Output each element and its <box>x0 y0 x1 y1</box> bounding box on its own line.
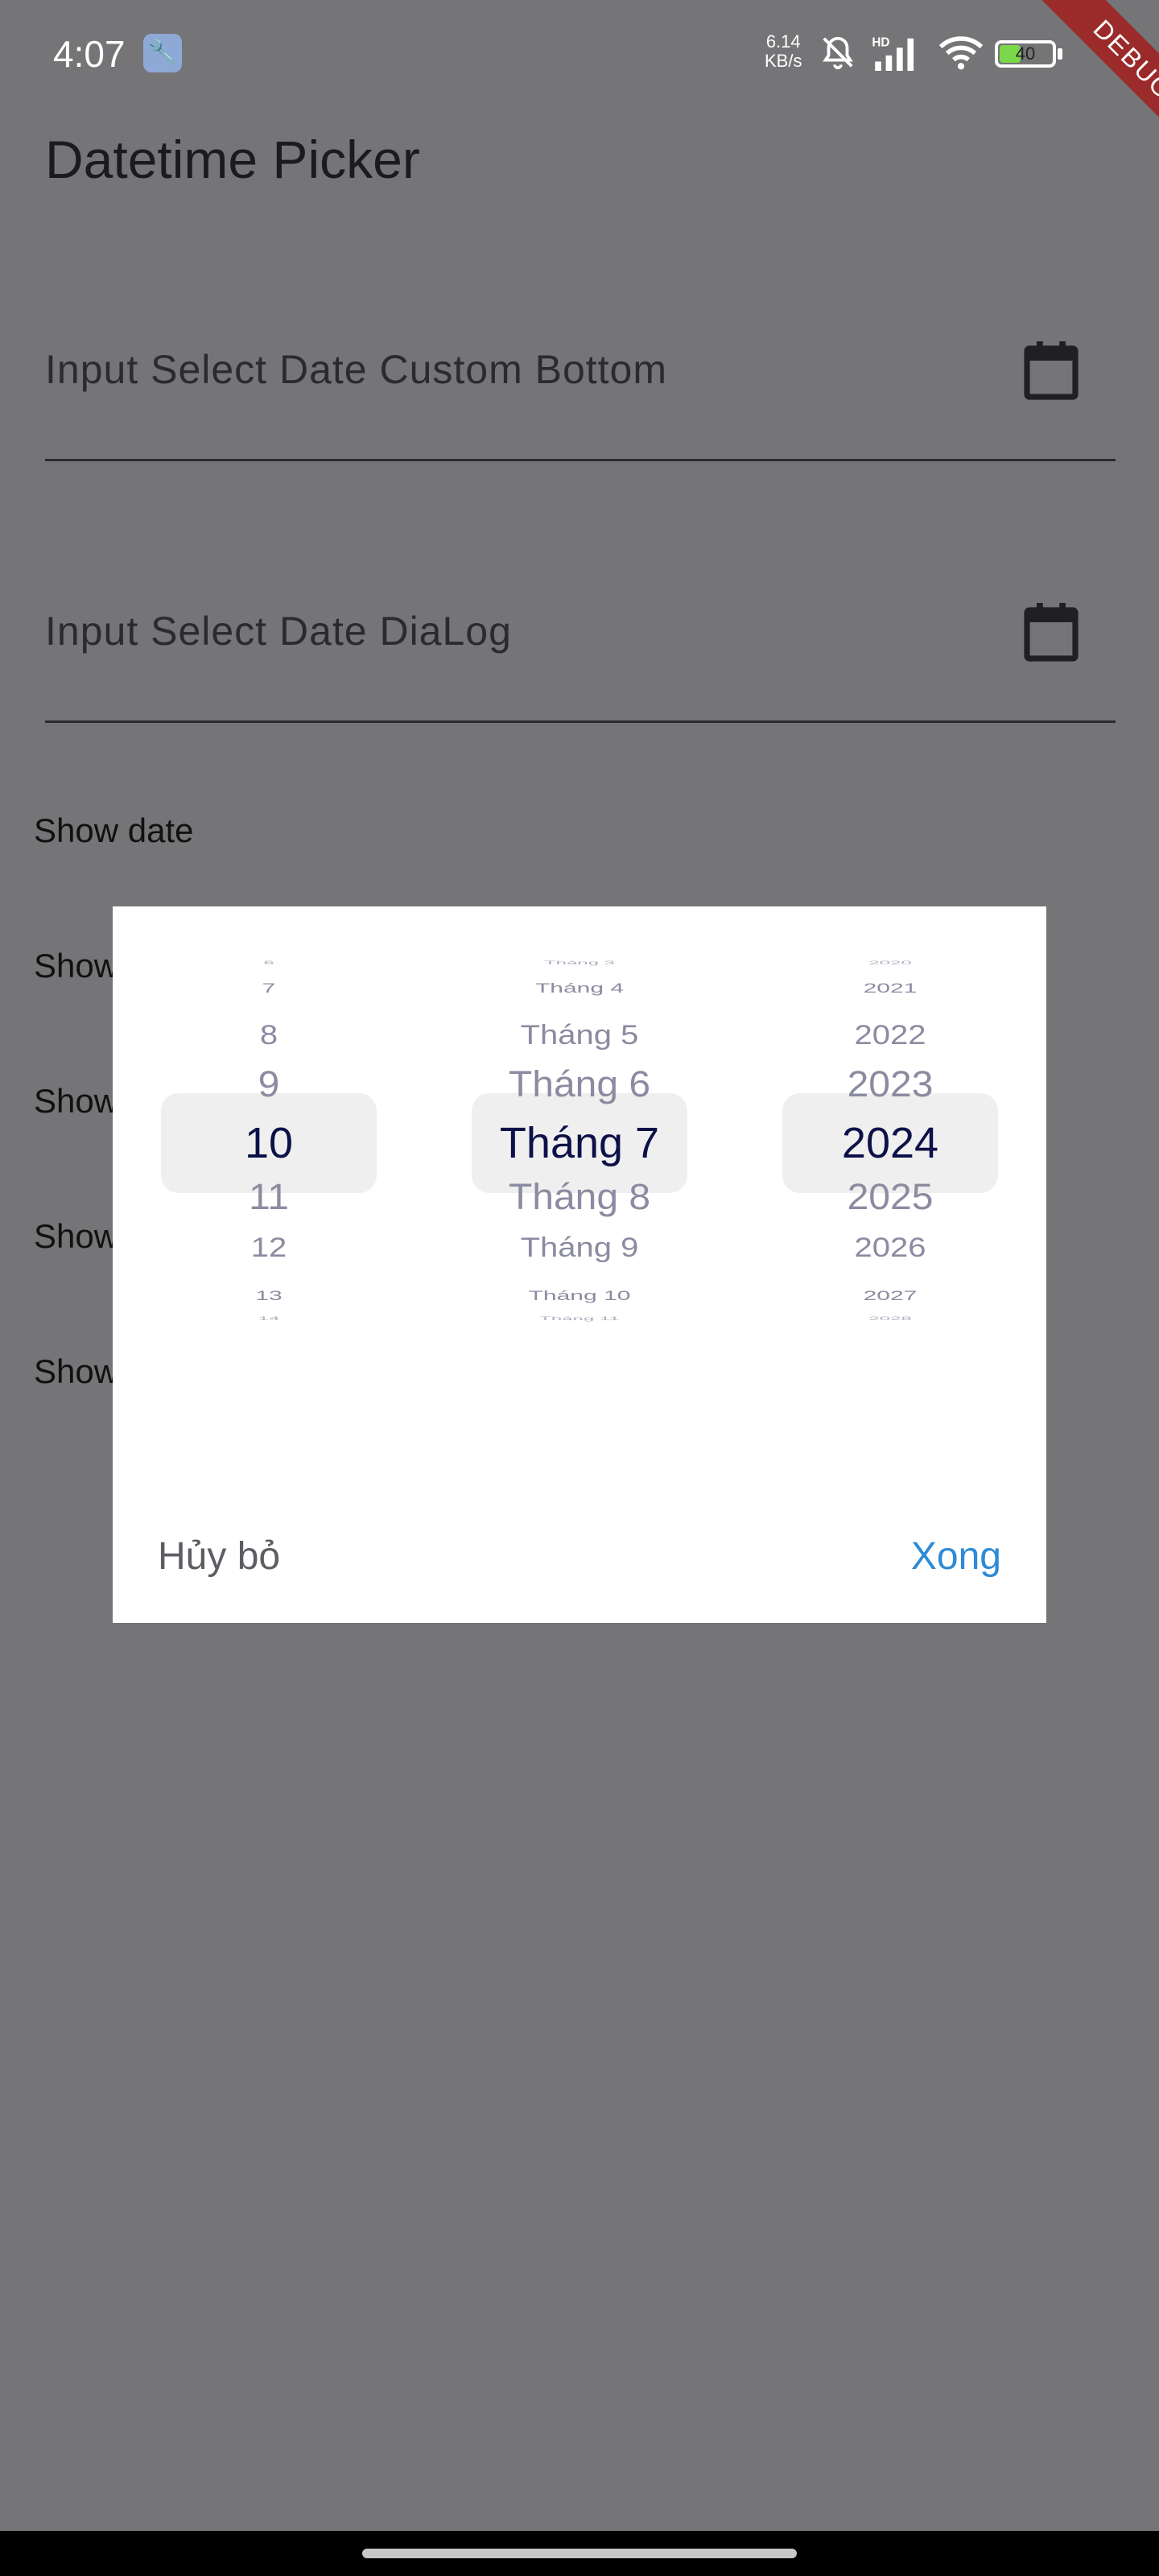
year-wheel[interactable]: 2020 2021 2022 2023 2024 2025 2026 2027 2028 <box>782 960 998 1381</box>
bell-muted-icon <box>823 36 853 70</box>
network-speed: 6.14 KB/s <box>765 32 802 71</box>
day-wheel-item[interactable]: 13 <box>161 1289 377 1303</box>
day-wheel-item[interactable]: 10 <box>161 1121 377 1165</box>
show-button-4[interactable]: Show <box>34 1217 118 1256</box>
status-icons: HD <box>819 32 985 72</box>
wrench-icon: 🔧 <box>143 34 182 72</box>
year-wheel-item[interactable]: 2022 <box>782 1022 998 1049</box>
show-button-3[interactable]: Show <box>34 1082 118 1121</box>
date-input-custom-bottom[interactable]: Input Select Date Custom Bottom <box>45 322 1116 461</box>
network-speed-value: 6.14 <box>765 31 801 52</box>
date-input-dialog[interactable]: Input Select Date DiaLog <box>45 584 1116 723</box>
year-wheel-item[interactable]: 2026 <box>782 1234 998 1261</box>
day-wheel-item[interactable]: 14 <box>161 1316 377 1321</box>
day-wheel-item[interactable]: 7 <box>161 981 377 996</box>
network-type-label: HD <box>872 35 889 49</box>
page-title: Datetime Picker <box>45 130 420 189</box>
battery-icon: 40 <box>995 40 1056 68</box>
home-gesture-handle[interactable] <box>362 2549 797 2558</box>
show-button-2[interactable]: Show <box>34 947 118 985</box>
month-wheel-item[interactable]: Tháng 7 <box>472 1121 687 1165</box>
calendar-icon[interactable] <box>1022 600 1080 664</box>
debug-banner: DEBUG <box>1014 0 1159 179</box>
battery-cap <box>1058 48 1062 60</box>
year-wheel-item[interactable]: 2027 <box>782 1289 998 1303</box>
network-speed-unit: KB/s <box>765 51 802 71</box>
field-label: Input Select Date DiaLog <box>45 609 512 654</box>
month-wheel-item[interactable]: Tháng 6 <box>472 1067 687 1104</box>
month-wheel-item[interactable]: Tháng 10 <box>472 1289 687 1303</box>
signal-icon: HD <box>872 35 914 71</box>
month-wheel[interactable]: Tháng 3 Tháng 4 Tháng 5 Tháng 6 Tháng 7 Tháng… <box>472 960 687 1381</box>
year-wheel-item[interactable]: 2028 <box>782 1316 998 1321</box>
show-date-button[interactable]: Show date <box>34 811 193 850</box>
month-wheel-item[interactable]: Tháng 8 <box>472 1179 687 1216</box>
day-wheel-item[interactable]: 11 <box>161 1179 377 1216</box>
day-wheel-item[interactable]: 6 <box>161 960 377 965</box>
month-wheel-item[interactable]: Tháng 5 <box>472 1022 687 1049</box>
date-picker-dialog: 6 7 8 9 10 11 12 13 14 Tháng 3 Tháng 4 Tháng 5 Thán… <box>113 906 1046 1623</box>
date-picker-wheels: 6 7 8 9 10 11 12 13 14 Tháng 3 Tháng 4 Tháng 5 Thán… <box>113 960 1046 1381</box>
year-wheel-item[interactable]: 2025 <box>782 1179 998 1216</box>
month-wheel-item[interactable]: Tháng 4 <box>472 981 687 996</box>
year-wheel-item[interactable]: 2020 <box>782 960 998 965</box>
year-wheel-item[interactable]: 2021 <box>782 981 998 996</box>
day-wheel-item[interactable]: 12 <box>161 1234 377 1261</box>
navigation-bar <box>0 2531 1159 2576</box>
month-wheel-item[interactable]: Tháng 3 <box>472 960 687 965</box>
calendar-icon[interactable] <box>1022 338 1080 402</box>
year-wheel-item[interactable]: 2023 <box>782 1067 998 1104</box>
year-wheel-item[interactable]: 2024 <box>782 1121 998 1165</box>
battery-level: 40 <box>1015 43 1036 64</box>
month-wheel-item[interactable]: Tháng 9 <box>472 1234 687 1261</box>
cancel-button[interactable]: Hủy bỏ <box>158 1534 280 1579</box>
done-button[interactable]: Xong <box>911 1534 1001 1579</box>
status-time: 4:07 <box>53 33 126 75</box>
day-wheel-item[interactable]: 8 <box>161 1022 377 1049</box>
day-wheel-item[interactable]: 9 <box>161 1067 377 1104</box>
field-label: Input Select Date Custom Bottom <box>45 347 668 392</box>
wifi-icon <box>938 36 984 70</box>
status-bar: 4:07 🔧 6.14 KB/s HD 40 DEBUG <box>0 0 1159 179</box>
day-wheel[interactable]: 6 7 8 9 10 11 12 13 14 <box>161 960 377 1381</box>
month-wheel-item[interactable]: Tháng 11 <box>472 1316 687 1321</box>
show-button-5[interactable]: Show <box>34 1352 118 1391</box>
